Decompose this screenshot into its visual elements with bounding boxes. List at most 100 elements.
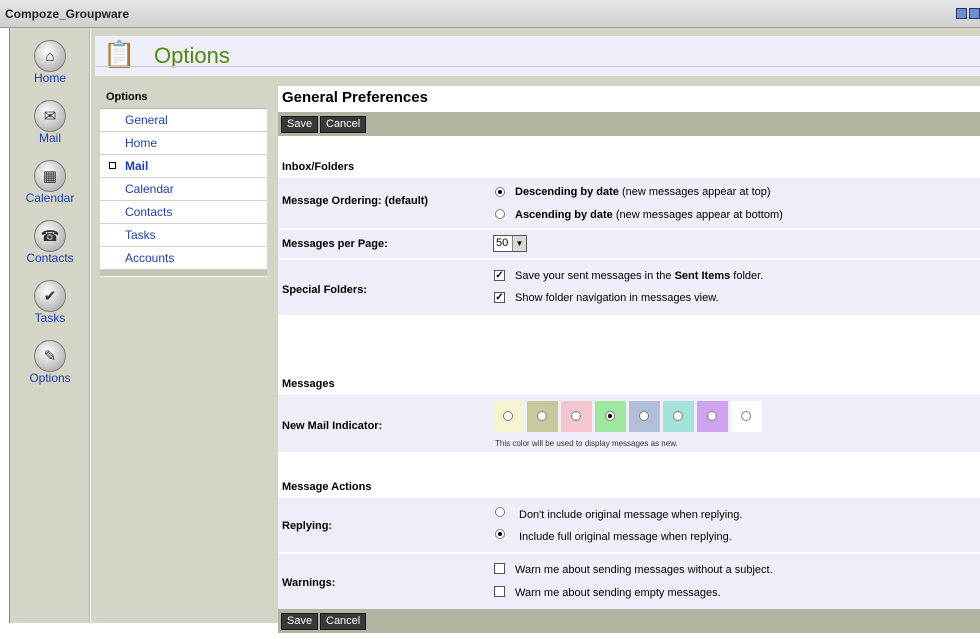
subnav-footer: [100, 270, 267, 276]
save-sent-checkbox[interactable]: ✓: [494, 270, 505, 281]
color-swatch: [697, 401, 728, 432]
subnav-item-general[interactable]: General: [100, 109, 267, 132]
subnav-item-calendar[interactable]: Calendar: [100, 178, 267, 201]
include-original-option: Include full original message when reply…: [519, 531, 732, 543]
ascending-option: Ascending by date (new messages appear a…: [515, 209, 783, 221]
warn-empty-option: Warn me about sending empty messages.: [515, 587, 721, 599]
subnav-item-label: Home: [125, 136, 158, 150]
maximize-window-icon[interactable]: [969, 8, 980, 19]
replying-label: Replying:: [282, 520, 333, 532]
page-title: General Preferences: [282, 89, 428, 106]
subnav-item-label: Contacts: [125, 205, 173, 219]
nav-tasks[interactable]: ✔ Tasks: [10, 280, 90, 325]
color-swatch-radio[interactable]: [741, 411, 751, 421]
messages-per-page-row: Messages per Page: 50 ▼: [278, 230, 980, 258]
nav-tasks-label: Tasks: [34, 311, 66, 325]
color-swatch: [493, 401, 524, 432]
nav-options-label: Options: [29, 371, 71, 385]
bottom-toolbar: Save Cancel: [278, 609, 980, 633]
ascending-radio[interactable]: [495, 209, 505, 219]
save-button[interactable]: Save: [281, 116, 319, 133]
color-swatch-radio[interactable]: [673, 411, 683, 421]
subnav-item-label: Calendar: [125, 182, 174, 196]
messages-per-page-select[interactable]: 50 ▼: [493, 235, 527, 252]
message-ordering-row: Message Ordering: (default) Descending b…: [278, 178, 980, 228]
subnav-item-label: Accounts: [125, 251, 175, 265]
color-swatch-radio[interactable]: [571, 411, 581, 421]
no-original-option: Don't include original message when repl…: [519, 509, 743, 521]
nav-contacts-label: Contacts: [26, 251, 74, 265]
subnav-heading: Options: [100, 87, 267, 109]
subnav-item-mail[interactable]: Mail: [100, 155, 267, 178]
subnav-item-label: General: [125, 113, 168, 127]
messages-per-page-value: 50: [496, 237, 509, 249]
descending-radio[interactable]: [495, 187, 505, 197]
warnings-label: Warnings:: [282, 577, 336, 589]
frame-border: [0, 28, 10, 623]
nav-contacts[interactable]: ☎ Contacts: [10, 220, 90, 265]
no-original-radio[interactable]: [495, 507, 505, 517]
color-swatch-radio[interactable]: [639, 411, 649, 421]
special-folders-label: Special Folders:: [282, 284, 367, 296]
color-swatch: [561, 401, 592, 432]
message-ordering-label: Message Ordering: (default): [282, 195, 429, 207]
nav-home[interactable]: ⌂ Home: [10, 40, 90, 85]
color-swatch: [629, 401, 660, 432]
nav-mail-label: Mail: [38, 131, 61, 145]
warn-no-subject-checkbox[interactable]: [494, 563, 505, 574]
title-bar: Compoze_Groupware: [0, 0, 980, 28]
subnav-item-contacts[interactable]: Contacts: [100, 201, 267, 224]
subnav-item-label: Tasks: [125, 228, 156, 242]
save-button[interactable]: Save: [281, 613, 319, 630]
current-item-marker-icon: [109, 162, 116, 169]
color-swatch-radio[interactable]: [537, 411, 547, 421]
section-inbox-folders: Inbox/Folders: [282, 161, 355, 173]
subnav-item-home[interactable]: Home: [100, 132, 267, 155]
home-icon: ⌂: [34, 40, 66, 72]
section-message-actions: Message Actions: [282, 481, 372, 493]
nav-calendar-label: Calendar: [25, 191, 75, 205]
color-swatch: [663, 401, 694, 432]
page-header: 📋 Options: [95, 36, 980, 76]
color-swatch-radio[interactable]: [605, 411, 615, 421]
color-swatch: [595, 401, 626, 432]
messages-per-page-label: Messages per Page:: [282, 238, 388, 250]
new-mail-indicator-hint: This color will be used to display messa…: [495, 439, 678, 448]
main-nav: ⌂ Home ✉ Mail ▦ Calendar ☎ Contacts ✔ Ta…: [10, 28, 90, 623]
special-folders-row: Special Folders: ✓ Save your sent messag…: [278, 260, 980, 315]
restore-window-icon[interactable]: [956, 8, 967, 19]
subnav-item-accounts[interactable]: Accounts: [100, 247, 267, 270]
options-subnav: Options General Home Mail Calendar Conta…: [100, 87, 267, 277]
header-divider: [95, 66, 980, 67]
warn-no-subject-option: Warn me about sending messages without a…: [515, 564, 773, 576]
calendar-icon: ▦: [34, 160, 66, 192]
main-frame: 📋 Options Options General Home Mail Cale…: [91, 28, 980, 639]
color-swatch-group: [493, 401, 813, 432]
warn-empty-checkbox[interactable]: [494, 586, 505, 597]
tasks-icon: ✔: [34, 280, 66, 312]
mail-icon: ✉: [34, 100, 66, 132]
color-swatch-radio[interactable]: [707, 411, 717, 421]
top-toolbar: Save Cancel: [278, 112, 980, 136]
new-mail-indicator-row: New Mail Indicator: This color will be u…: [278, 395, 980, 452]
app-title: Compoze_Groupware: [5, 7, 130, 21]
replying-row: Replying: Don't include original message…: [278, 498, 980, 552]
nav-calendar[interactable]: ▦ Calendar: [10, 160, 90, 205]
color-swatch: [527, 401, 558, 432]
folder-nav-checkbox[interactable]: ✓: [494, 292, 505, 303]
cancel-button[interactable]: Cancel: [320, 116, 367, 133]
new-mail-indicator-label: New Mail Indicator:: [282, 420, 383, 432]
cancel-button[interactable]: Cancel: [320, 613, 367, 630]
save-sent-option: Save your sent messages in the Sent Item…: [515, 270, 764, 282]
color-swatch-radio[interactable]: [503, 411, 513, 421]
preferences-panel: General Preferences Save Cancel Inbox/Fo…: [278, 86, 980, 639]
nav-options[interactable]: ✎ Options: [10, 340, 90, 385]
contacts-icon: ☎: [34, 220, 66, 252]
subnav-item-tasks[interactable]: Tasks: [100, 224, 267, 247]
options-icon: ✎: [34, 340, 66, 372]
section-messages: Messages: [282, 378, 335, 390]
nav-mail[interactable]: ✉ Mail: [10, 100, 90, 145]
chevron-down-icon: ▼: [512, 236, 526, 251]
include-original-radio[interactable]: [495, 529, 505, 539]
folder-nav-option: Show folder navigation in messages view.: [515, 292, 719, 304]
